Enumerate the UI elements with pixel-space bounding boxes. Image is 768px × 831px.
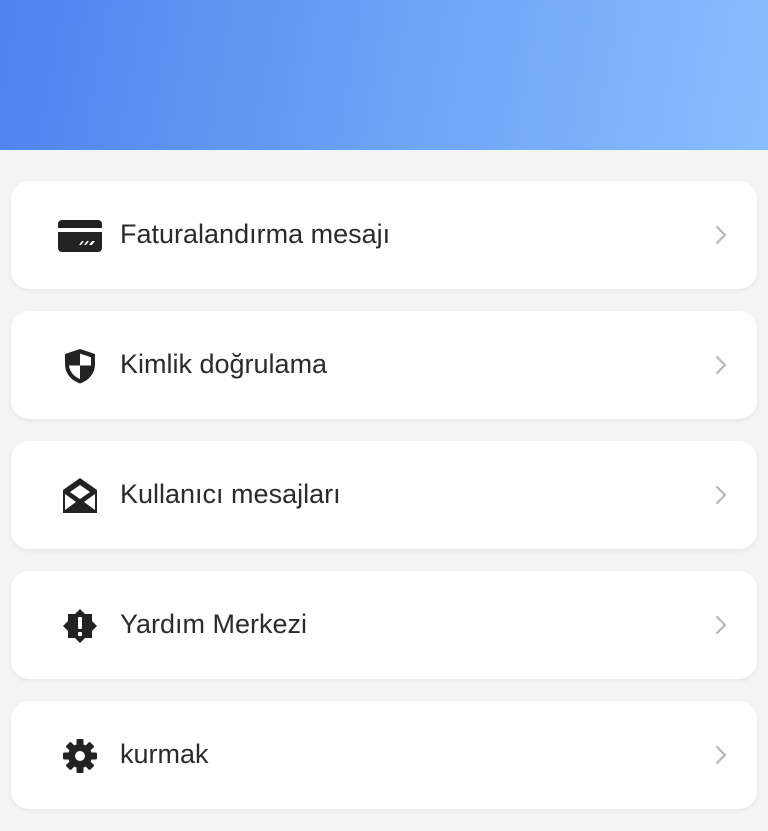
chevron-right-icon (711, 485, 731, 505)
chevron-right-icon (711, 615, 731, 635)
shield-icon (57, 343, 103, 389)
chevron-right-icon (711, 355, 731, 375)
menu-item-label: Yardım Merkezi (120, 609, 308, 639)
gear-icon (57, 733, 103, 779)
menu-item-help-center[interactable]: Yardım Merkezi (11, 571, 757, 679)
chevron-right-icon (711, 225, 731, 245)
alert-badge-icon (57, 603, 103, 649)
menu-item-settings[interactable]: kurmak (11, 701, 757, 809)
chevron-right-icon (711, 745, 731, 765)
credit-card-icon (57, 213, 103, 259)
menu-item-label: Kimlik doğrulama (120, 349, 328, 379)
open-envelope-icon (57, 473, 103, 519)
menu-item-user-messages[interactable]: Kullanıcı mesajları (11, 441, 757, 549)
settings-menu: Faturalandırma mesajı Kimlik doğrulama K… (11, 181, 757, 831)
menu-item-label: Kullanıcı mesajları (120, 479, 341, 509)
menu-item-label: Faturalandırma mesajı (120, 219, 391, 249)
menu-item-identity-verification[interactable]: Kimlik doğrulama (11, 311, 757, 419)
header-banner (0, 0, 768, 150)
menu-item-label: kurmak (120, 739, 209, 769)
menu-item-billing-messages[interactable]: Faturalandırma mesajı (11, 181, 757, 289)
